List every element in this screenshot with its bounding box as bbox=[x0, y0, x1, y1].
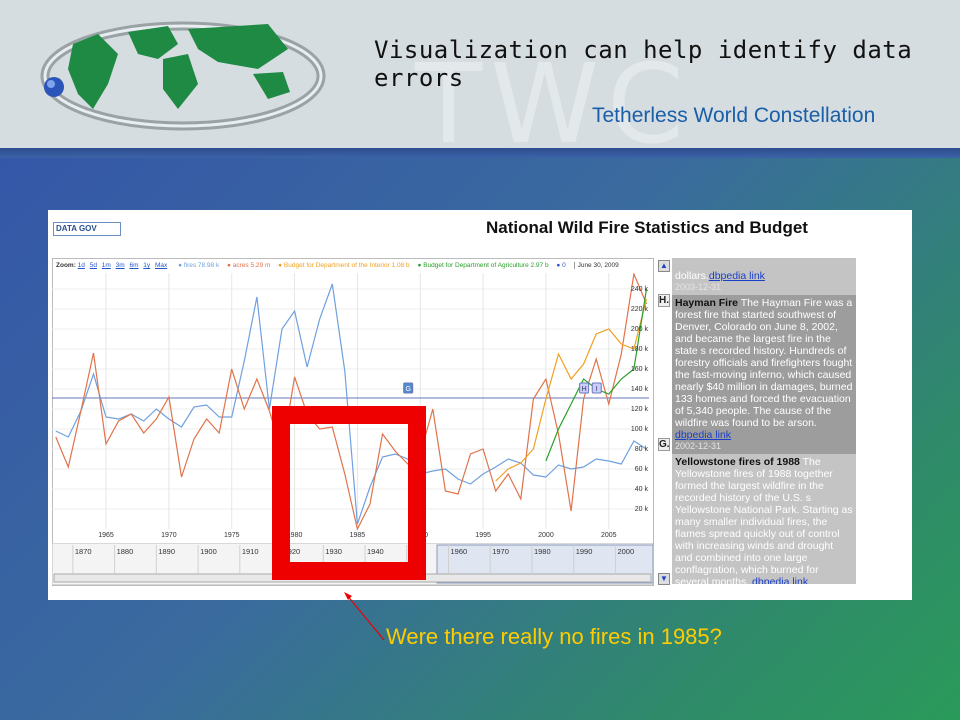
x-tick-label: 2005 bbox=[601, 532, 617, 537]
highlight-box bbox=[272, 406, 426, 580]
legend-zero-label: 0 bbox=[562, 262, 566, 269]
sidebar-item-hayman[interactable]: Hayman Fire The Hayman Fire was a forest… bbox=[672, 295, 856, 454]
x-tick-label: 1975 bbox=[224, 532, 240, 537]
event-marker-label: G bbox=[405, 386, 410, 393]
y-tick-label: 120 k bbox=[631, 406, 649, 413]
slide-header: TWC Visualization can help identify data… bbox=[0, 0, 960, 168]
scroll-down-icon[interactable]: ▼ bbox=[658, 573, 670, 585]
prev-tail-text: dollars. bbox=[675, 270, 709, 282]
overview-tick-label: 2000 bbox=[617, 547, 634, 556]
yellowstone-head: Yellowstone fires of 1988 bbox=[675, 456, 800, 468]
event-marker-label: H bbox=[582, 386, 587, 393]
hayman-dbpedia-link[interactable]: dbpedia link bbox=[675, 429, 731, 441]
legend-acres-label: acres 5.29 m bbox=[232, 262, 271, 269]
y-tick-label: 20 k bbox=[635, 506, 649, 513]
y-tick-label: 140 k bbox=[631, 386, 649, 393]
scroll-up-icon[interactable]: ▲ bbox=[658, 260, 670, 272]
overview-tick-label: 1890 bbox=[158, 547, 175, 556]
y-tick-label: 240 k bbox=[631, 286, 649, 293]
legend-agriculture: ● Budget for Department of Agriculture 2… bbox=[417, 262, 549, 269]
y-tick-label: 220 k bbox=[631, 306, 649, 313]
zoom-1d[interactable]: 1d bbox=[78, 262, 85, 269]
y-tick-label: 200 k bbox=[631, 326, 649, 333]
overview-tick-label: 1910 bbox=[242, 547, 259, 556]
hayman-text: The Hayman Fire was a forest fire that s… bbox=[675, 297, 853, 429]
series-line-budget-for-department-of-the-interior bbox=[495, 298, 648, 482]
zoom-label: Zoom: bbox=[56, 262, 76, 269]
hayman-date: 2002-12-31 bbox=[675, 441, 722, 451]
legend-interior: ● Budget for Department of the Interior … bbox=[278, 262, 410, 269]
yellowstone-dbpedia-link[interactable]: dbpedia link bbox=[752, 576, 808, 584]
slide-subtitle: Tetherless World Constellation bbox=[592, 104, 876, 127]
sidebar-prev-item: dollars.dbpedia link 2003-12-31 bbox=[672, 258, 856, 295]
x-tick-label: 1965 bbox=[98, 532, 114, 537]
yellowstone-text: The Yellowstone fires of 1988 together f… bbox=[675, 456, 853, 584]
date-readout: June 30, 2009 bbox=[573, 262, 619, 269]
sidebar-letter-g: G. bbox=[658, 438, 670, 451]
zoom-max[interactable]: Max bbox=[155, 262, 167, 269]
data-gov-logo[interactable]: DATA GOV bbox=[53, 222, 121, 236]
overview-tick-label: 1980 bbox=[534, 547, 551, 556]
zoom-3m[interactable]: 3m bbox=[116, 262, 125, 269]
sidebar-letter-h: H. bbox=[658, 294, 670, 307]
overview-tick-label: 1900 bbox=[200, 547, 217, 556]
sidebar-item-yellowstone[interactable]: Yellowstone fires of 1988 The Yellowston… bbox=[672, 454, 856, 584]
pointer-arrow-icon bbox=[344, 592, 385, 641]
zoom-5d[interactable]: 5d bbox=[90, 262, 97, 269]
overview-tick-label: 1990 bbox=[576, 547, 593, 556]
overview-tick-label: 1960 bbox=[450, 547, 467, 556]
x-tick-label: 1995 bbox=[475, 532, 491, 537]
event-sidebar: dollars.dbpedia link 2003-12-31 Hayman F… bbox=[672, 258, 856, 584]
legend-agriculture-label: Budget for Department of Agriculture 2.9… bbox=[423, 262, 549, 269]
overview-tick-label: 1880 bbox=[117, 547, 134, 556]
chart-toolbar: Zoom: 1d 5d 1m 3m 6m 1y Max ● fires 78.9… bbox=[56, 262, 619, 269]
y-tick-label: 80 k bbox=[635, 446, 649, 453]
y-tick-label: 180 k bbox=[631, 346, 649, 353]
y-tick-label: 40 k bbox=[635, 486, 649, 493]
slide-caption: Were there really no fires in 1985? bbox=[386, 624, 722, 649]
y-tick-label: 60 k bbox=[635, 466, 649, 473]
zoom-6m[interactable]: 6m bbox=[129, 262, 138, 269]
prev-dbpedia-link[interactable]: dbpedia link bbox=[709, 270, 765, 282]
legend-acres: ● acres 5.29 m bbox=[227, 262, 271, 269]
slide-title: Visualization can help identify data err… bbox=[374, 36, 913, 92]
zoom-1y[interactable]: 1y bbox=[143, 262, 150, 269]
prev-date: 2003-12-31 bbox=[675, 282, 722, 292]
chart-page-title: National Wild Fire Statistics and Budget bbox=[486, 218, 808, 237]
legend-fires: ● fires 78.98 k bbox=[178, 262, 220, 269]
event-marker-label: I bbox=[596, 386, 598, 393]
overview-tick-label: 1870 bbox=[75, 547, 92, 556]
y-tick-label: 100 k bbox=[631, 426, 649, 433]
x-tick-label: 2000 bbox=[538, 532, 554, 537]
legend-zero: ● 0 bbox=[556, 262, 566, 269]
y-tick-label: 160 k bbox=[631, 366, 649, 373]
header-divider bbox=[0, 148, 960, 158]
hayman-head: Hayman Fire bbox=[675, 297, 739, 309]
legend-interior-label: Budget for Department of the Interior 1.… bbox=[283, 262, 410, 269]
legend-fires-label: fires 78.98 k bbox=[183, 262, 220, 269]
x-tick-label: 1970 bbox=[161, 532, 177, 537]
overview-tick-label: 1970 bbox=[492, 547, 509, 556]
series-line-budget-for-department-of-agriculture bbox=[545, 288, 648, 462]
globe-logo-icon bbox=[40, 21, 326, 131]
zoom-1m[interactable]: 1m bbox=[102, 262, 111, 269]
